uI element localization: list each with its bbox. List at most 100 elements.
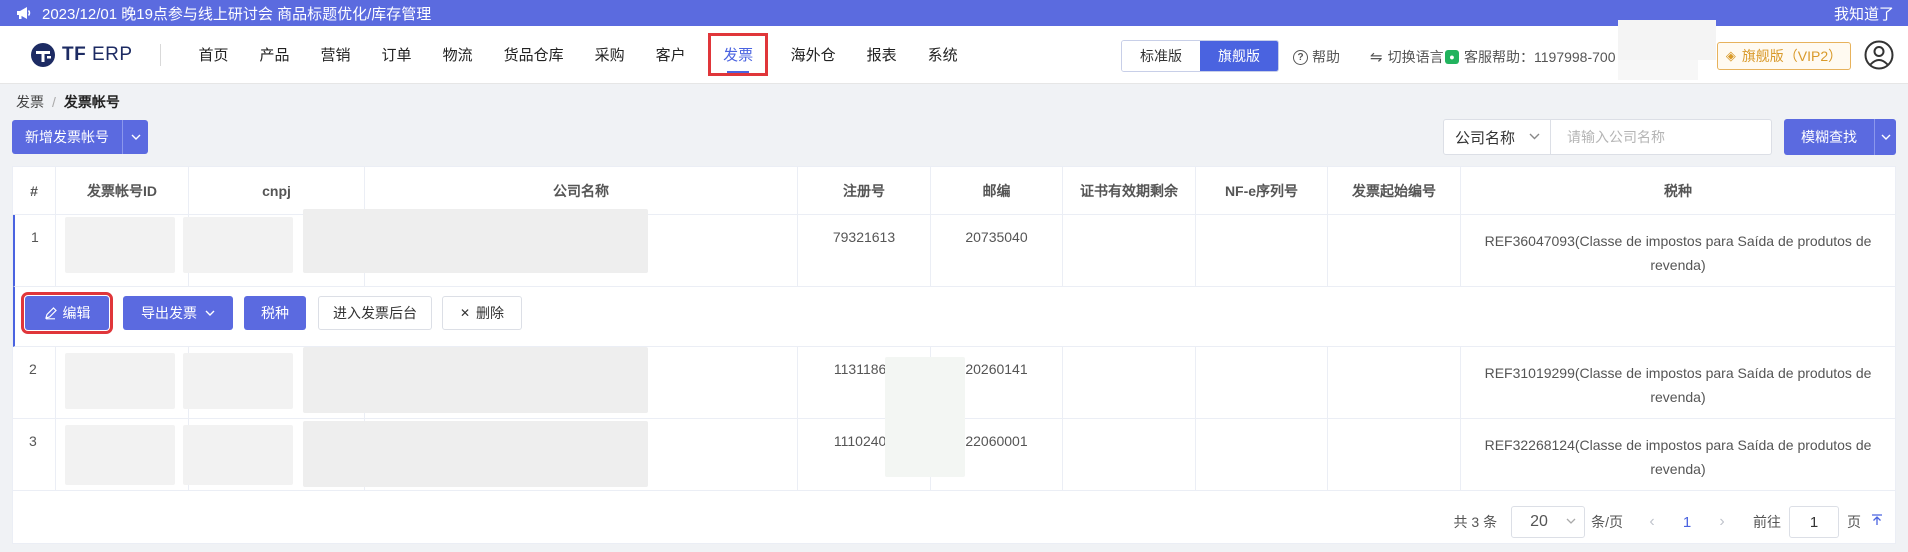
cell-index: 3 — [13, 419, 56, 490]
main-nav: 首页 产品 营销 订单 物流 货品仓库 采购 客户 发票 海外仓 报表 系统 — [183, 26, 973, 83]
divider — [160, 43, 161, 66]
col-tax: 税种 — [1664, 183, 1692, 199]
dismiss-link[interactable]: 我知道了 — [1834, 3, 1894, 24]
total-count: 共 3 条 — [1453, 514, 1498, 530]
col-company-name: 公司名称 — [365, 167, 798, 215]
page-number[interactable]: 1 — [1667, 514, 1707, 531]
col-start-no: 发票起始编号 — [1328, 167, 1461, 215]
col-reg-no: 注册号 — [798, 167, 931, 215]
add-invoice-account-label[interactable]: 新增发票帐号 — [12, 120, 122, 154]
col-cnpj: cnpj — [189, 167, 365, 215]
nav-overseas-warehouse[interactable]: 海外仓 — [775, 26, 851, 83]
nav-home[interactable]: 首页 — [183, 26, 244, 83]
export-invoice-label: 导出发票 — [141, 305, 197, 321]
language-label: 切换语言 — [1387, 49, 1444, 65]
redacted-area — [65, 217, 175, 273]
table-row[interactable]: 1 79321613 20735040 REF36047093(Classe d… — [13, 215, 1895, 287]
company-search-input[interactable] — [1551, 119, 1772, 155]
edit-label: 编辑 — [62, 305, 91, 321]
prev-page-icon[interactable]: ‹ — [1637, 513, 1667, 531]
goto-page-input[interactable] — [1789, 506, 1839, 538]
breadcrumb-current: 发票帐号 — [63, 94, 120, 110]
redacted-area — [1618, 20, 1716, 60]
edit-button[interactable]: 编辑 — [21, 292, 113, 334]
add-invoice-account-button[interactable]: 新增发票帐号 — [12, 120, 148, 154]
col-account-id: 发票帐号ID — [56, 167, 189, 215]
delete-label: 删除 — [476, 305, 505, 321]
invoice-account-table: # 发票帐号ID cnpj 公司名称 注册号 邮编 证书有效期剩余 NF-e序列… — [12, 166, 1896, 544]
redacted-area — [183, 353, 293, 409]
page-size-select[interactable]: 20 — [1511, 506, 1586, 538]
service-label: 客服帮助：1197998-700 — [1464, 49, 1616, 65]
cell-reg-no: 79321613 — [798, 215, 931, 286]
cell-zip: 20735040 — [931, 215, 1063, 286]
vip-label: 旗舰版（VIP2） — [1741, 48, 1843, 64]
pencil-icon — [44, 306, 57, 319]
top-header: TF ERP 首页 产品 营销 订单 物流 货品仓库 采购 客户 发票 海外仓 … — [0, 20, 1908, 84]
nav-reports[interactable]: 报表 — [851, 26, 912, 83]
logo[interactable]: TF ERP — [30, 42, 160, 68]
language-switch[interactable]: ⇋ 切换语言 — [1370, 47, 1444, 67]
redacted-area — [65, 425, 175, 485]
edition-flagship[interactable]: 旗舰版 — [1200, 41, 1278, 71]
vip-badge[interactable]: ◈ 旗舰版（VIP2） — [1717, 42, 1851, 70]
delete-button[interactable]: ✕ 删除 — [442, 296, 522, 330]
help-label: 帮助 — [1312, 49, 1340, 65]
nav-warehouse[interactable]: 货品仓库 — [488, 26, 579, 83]
nav-purchase[interactable]: 采购 — [579, 26, 640, 83]
export-invoice-button[interactable]: 导出发票 — [123, 296, 233, 330]
row-actions: 编辑 导出发票 税种 进入发票后台 ✕ 删除 — [13, 287, 1895, 347]
logo-brand: TF — [62, 43, 87, 65]
breadcrumb-parent[interactable]: 发票 — [16, 94, 44, 110]
nav-marketing[interactable]: 营销 — [305, 26, 366, 83]
chevron-down-icon — [205, 310, 215, 316]
announcement-text: 2023/12/01 晚19点参与线上研讨会 商品标题优化/库存管理 — [42, 5, 432, 23]
cell-index: 1 — [15, 215, 56, 286]
redacted-area — [885, 357, 965, 477]
cell-tax: REF31019299(Classe de impostos para Saíd… — [1484, 365, 1872, 405]
col-cert-remaining: 证书有效期剩余 — [1063, 167, 1196, 215]
redacted-area — [303, 209, 648, 273]
question-icon: ? — [1293, 49, 1308, 65]
edition-switch: 标准版 旗舰版 — [1121, 40, 1279, 72]
chevron-down-icon[interactable] — [122, 120, 148, 154]
page-unit-label: 页 — [1847, 514, 1861, 530]
edition-standard[interactable]: 标准版 — [1122, 41, 1200, 71]
fuzzy-search-label[interactable]: 模糊查找 — [1784, 119, 1874, 155]
pagination: 共 3 条 20 条/页 ‹ 1 › 前往 页 — [13, 502, 1895, 542]
wechat-icon: ● — [1445, 50, 1459, 64]
goto-label: 前往 — [1753, 514, 1781, 530]
nav-system[interactable]: 系统 — [912, 26, 973, 83]
user-avatar-icon[interactable] — [1864, 40, 1894, 70]
chevron-down-icon — [1529, 129, 1540, 143]
tax-button[interactable]: 税种 — [244, 296, 306, 330]
back-to-top-icon[interactable] — [1871, 513, 1883, 531]
cell-tax: REF32268124(Classe de impostos para Saíd… — [1484, 437, 1872, 477]
chevron-down-icon[interactable] — [1874, 119, 1896, 155]
cell-tax: REF36047093(Classe de impostos para Saíd… — [1484, 233, 1872, 273]
nav-customers[interactable]: 客户 — [640, 26, 701, 83]
nav-orders[interactable]: 订单 — [366, 26, 427, 83]
search-field-label: 公司名称 — [1455, 129, 1516, 147]
col-index: # — [13, 167, 56, 215]
search-field-select[interactable]: 公司名称 — [1443, 119, 1551, 155]
redacted-area — [183, 217, 293, 273]
col-zip: 邮编 — [931, 167, 1063, 215]
redacted-area — [183, 425, 293, 485]
logo-icon — [31, 42, 55, 67]
next-page-icon[interactable]: › — [1707, 513, 1737, 531]
nav-products[interactable]: 产品 — [244, 26, 305, 83]
redacted-area — [303, 421, 648, 487]
close-icon: ✕ — [459, 306, 471, 320]
customer-service[interactable]: ● 客服帮助：1197998-700 — [1445, 47, 1615, 67]
enter-invoice-backend-button[interactable]: 进入发票后台 — [318, 296, 432, 330]
per-page-label: 条/页 — [1591, 514, 1623, 530]
col-nfe-serial: NF-e序列号 — [1196, 167, 1328, 215]
redacted-area — [1618, 60, 1698, 80]
nav-invoice[interactable]: 发票 — [701, 26, 775, 83]
help-link[interactable]: ? 帮助 — [1293, 47, 1340, 67]
fuzzy-search-button[interactable]: 模糊查找 — [1784, 119, 1896, 155]
breadcrumb: 发票 / 发票帐号 — [16, 94, 120, 110]
nav-logistics[interactable]: 物流 — [427, 26, 488, 83]
cell-index: 2 — [13, 347, 56, 418]
